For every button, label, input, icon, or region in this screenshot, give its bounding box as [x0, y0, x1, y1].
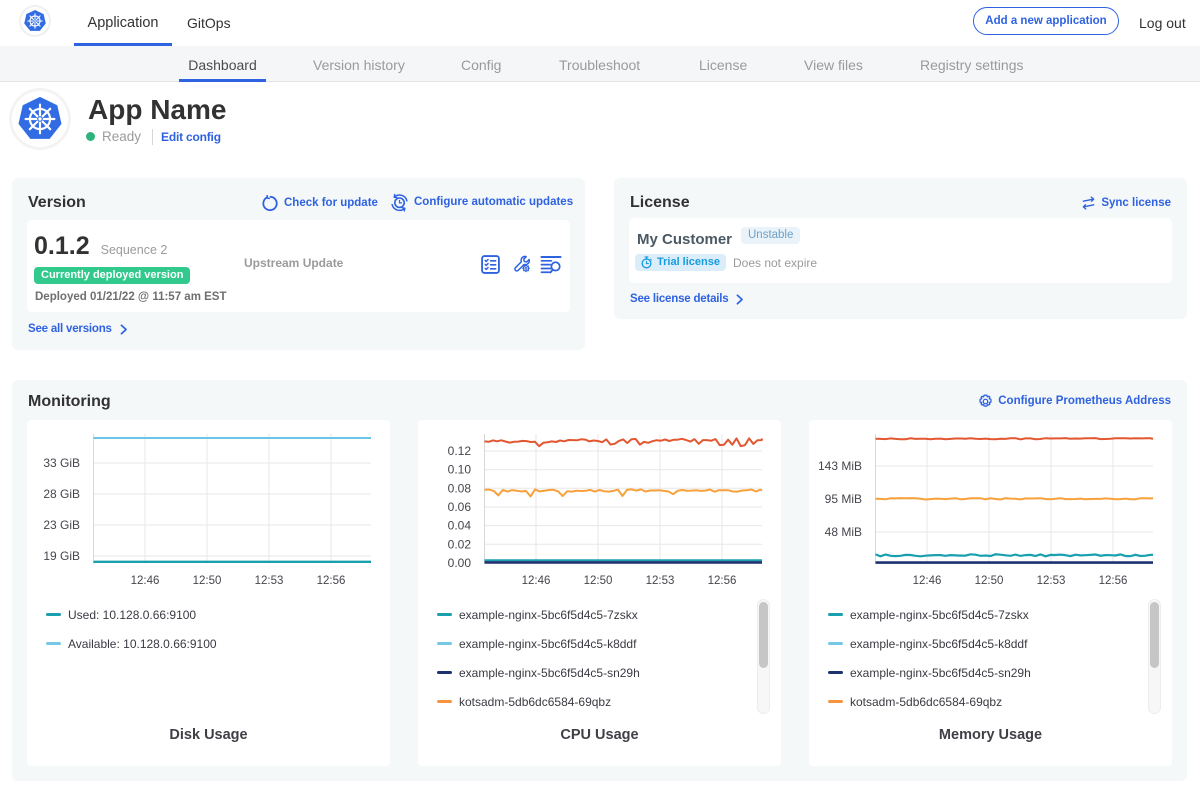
- svg-text:12:46: 12:46: [131, 575, 160, 587]
- svg-text:0.08: 0.08: [448, 481, 472, 495]
- svg-text:0.00: 0.00: [448, 556, 472, 570]
- svg-text:23 GiB: 23 GiB: [43, 518, 80, 532]
- svg-text:95 MiB: 95 MiB: [825, 492, 862, 506]
- svg-text:0.06: 0.06: [448, 500, 472, 514]
- svg-text:28 GiB: 28 GiB: [43, 487, 80, 501]
- svg-text:0.04: 0.04: [448, 519, 472, 533]
- svg-text:12:50: 12:50: [193, 575, 222, 587]
- svg-text:12:53: 12:53: [255, 575, 284, 587]
- svg-text:12:53: 12:53: [646, 575, 675, 587]
- svg-text:12:56: 12:56: [317, 575, 346, 587]
- svg-text:12:56: 12:56: [708, 575, 737, 587]
- svg-text:48 MiB: 48 MiB: [825, 525, 862, 539]
- svg-text:12:53: 12:53: [1037, 575, 1066, 587]
- svg-text:0.10: 0.10: [448, 463, 472, 477]
- svg-text:0.12: 0.12: [448, 444, 472, 458]
- svg-text:12:50: 12:50: [584, 575, 613, 587]
- svg-text:33 GiB: 33 GiB: [43, 456, 80, 470]
- svg-text:19 GiB: 19 GiB: [43, 549, 80, 563]
- svg-text:12:56: 12:56: [1099, 575, 1128, 587]
- svg-text:12:50: 12:50: [975, 575, 1004, 587]
- svg-text:143 MiB: 143 MiB: [818, 459, 862, 473]
- svg-text:12:46: 12:46: [522, 575, 551, 587]
- svg-text:12:46: 12:46: [913, 575, 942, 587]
- svg-text:0.02: 0.02: [448, 537, 472, 551]
